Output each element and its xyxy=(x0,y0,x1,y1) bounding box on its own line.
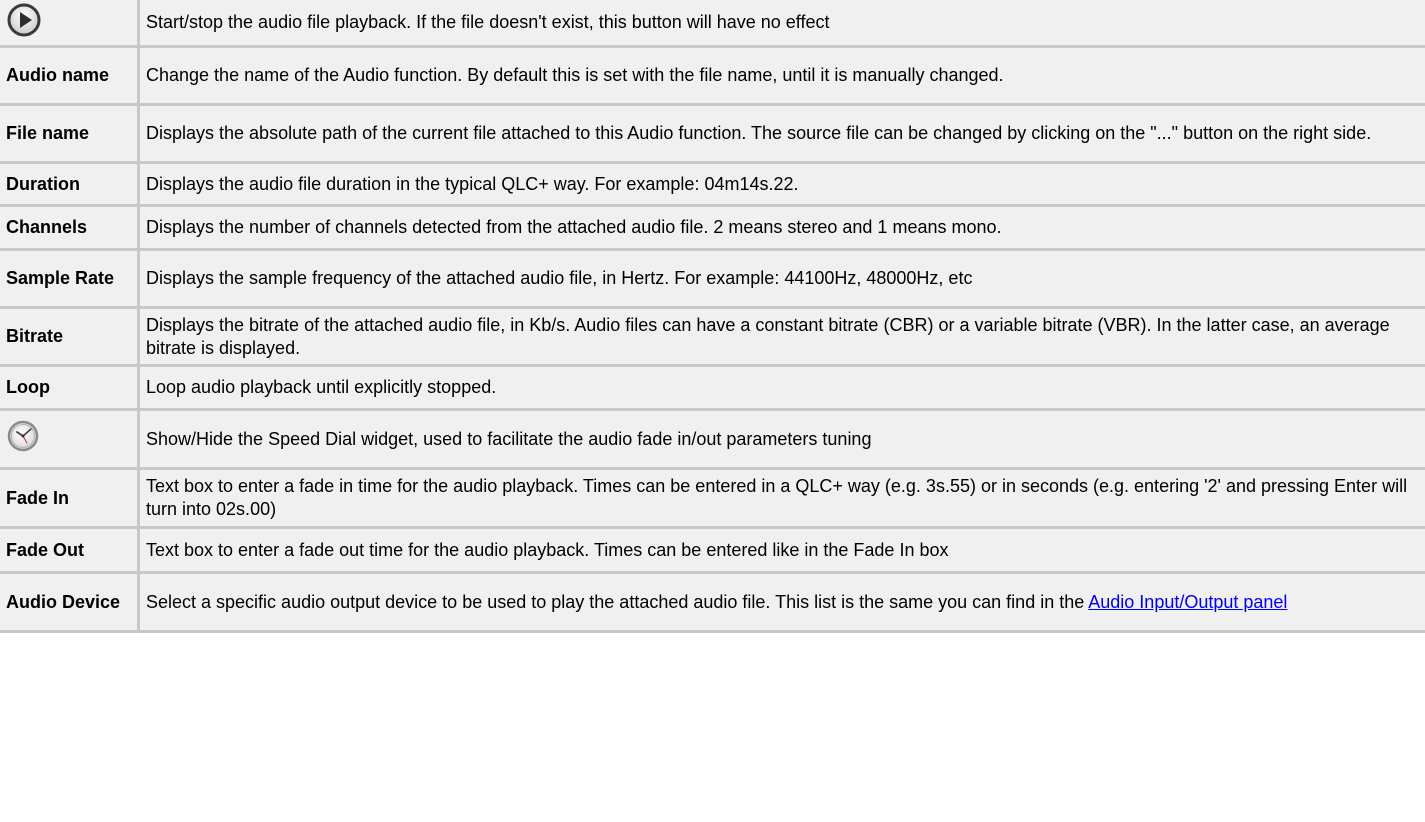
row-label: Audio name xyxy=(0,48,137,103)
table-row: Show/Hide the Speed Dial widget, used to… xyxy=(0,411,1425,467)
row-label: Audio Device xyxy=(0,574,137,630)
table-row: File name Displays the absolute path of … xyxy=(0,106,1425,161)
row-label: File name xyxy=(0,106,137,161)
row-description: Displays the sample frequency of the att… xyxy=(140,251,1425,306)
row-label: Fade In xyxy=(0,470,137,526)
table-row: Start/stop the audio file playback. If t… xyxy=(0,0,1425,45)
row-description: Text box to enter a fade in time for the… xyxy=(140,470,1425,526)
row-label: Channels xyxy=(0,207,137,248)
table-row: Audio Device Select a specific audio out… xyxy=(0,574,1425,630)
clock-icon xyxy=(7,420,39,452)
row-description: Text box to enter a fade out time for th… xyxy=(140,529,1425,571)
row-description-text: Select a specific audio output device to… xyxy=(146,591,1085,612)
row-label: Fade Out xyxy=(0,529,137,571)
table-row: Audio name Change the name of the Audio … xyxy=(0,48,1425,103)
row-description: Select a specific audio output device to… xyxy=(140,574,1425,630)
row-label: Duration xyxy=(0,164,137,204)
table-row: Channels Displays the number of channels… xyxy=(0,207,1425,248)
table-row: Fade In Text box to enter a fade in time… xyxy=(0,470,1425,526)
row-label: Sample Rate xyxy=(0,251,137,306)
row-label: Bitrate xyxy=(0,309,137,364)
speed-dial-button-cell xyxy=(0,411,137,467)
table-row: Sample Rate Displays the sample frequenc… xyxy=(0,251,1425,306)
row-description: Start/stop the audio file playback. If t… xyxy=(140,0,1425,45)
play-button-cell xyxy=(0,0,137,45)
row-description: Loop audio playback until explicitly sto… xyxy=(140,367,1425,408)
play-icon xyxy=(7,3,41,36)
table-row: Bitrate Displays the bitrate of the atta… xyxy=(0,309,1425,364)
table-row: Fade Out Text box to enter a fade out ti… xyxy=(0,529,1425,571)
audio-editor-help-table: Start/stop the audio file playback. If t… xyxy=(0,0,1425,633)
row-label: Loop xyxy=(0,367,137,408)
row-description: Displays the absolute path of the curren… xyxy=(140,106,1425,161)
table-row: Duration Displays the audio file duratio… xyxy=(0,164,1425,204)
row-description: Displays the audio file duration in the … xyxy=(140,164,1425,204)
table-row: Loop Loop audio playback until explicitl… xyxy=(0,367,1425,408)
row-description: Show/Hide the Speed Dial widget, used to… xyxy=(140,411,1425,467)
row-description: Change the name of the Audio function. B… xyxy=(140,48,1425,103)
row-description: Displays the bitrate of the attached aud… xyxy=(140,309,1425,364)
row-description: Displays the number of channels detected… xyxy=(140,207,1425,248)
audio-io-panel-link[interactable]: Audio Input/Output panel xyxy=(1088,592,1287,612)
